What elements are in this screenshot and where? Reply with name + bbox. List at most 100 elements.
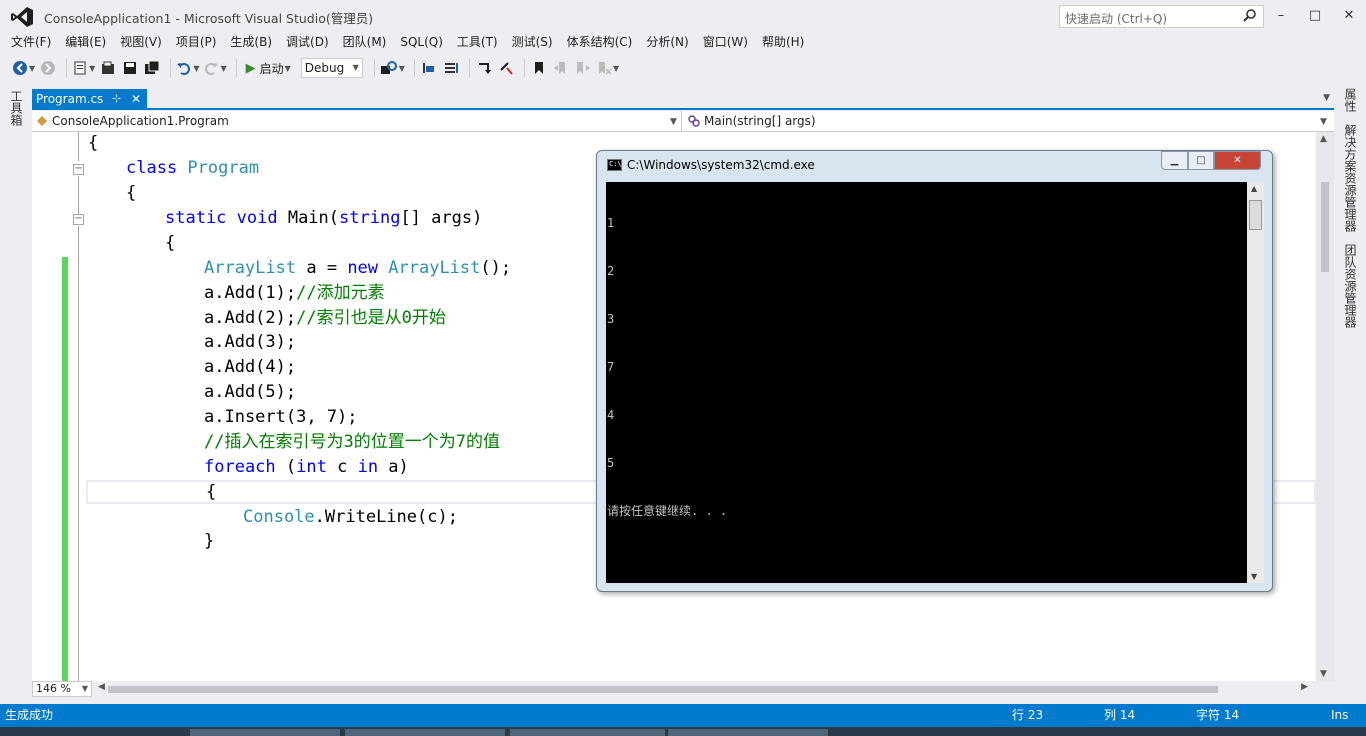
back-button[interactable]: ▼ [12,57,35,79]
tab-list-dropdown-icon[interactable]: ▼ [1323,93,1330,103]
code-line: static void Main(string[] args) [165,208,483,228]
code-line: a.Add(1);//添加元素 [204,283,385,303]
taskbar-item[interactable] [345,729,505,736]
code-line: { [88,133,99,153]
quick-launch-input[interactable]: 快速启动 (Ctrl+Q) [1059,5,1264,28]
start-dropdown-icon[interactable]: ▼ [285,64,291,73]
menu-build[interactable]: 生成(B) [223,32,279,52]
zoom-select[interactable]: 146 % ▼ [32,681,92,697]
taskbar-item[interactable] [510,729,665,736]
close-button[interactable]: ✕ [1332,0,1366,30]
toolbar-separator [66,59,68,77]
taskbar-item[interactable] [668,729,828,736]
code-line: a.Add(3); [204,332,297,352]
step-over-button[interactable] [497,57,515,79]
scroll-up-icon[interactable]: ▲ [1320,134,1327,144]
console-minimize-button[interactable]: ▁ [1161,151,1188,170]
redo-button[interactable]: ▼ [203,57,227,79]
scroll-down-icon[interactable]: ▼ [1320,669,1327,679]
code-line: a.Add(5); [204,382,297,402]
zoom-value: 146 % [36,682,71,695]
new-project-button[interactable]: ▼ [72,57,95,79]
step-over-icon [500,62,513,75]
console-close-button[interactable]: ✕ [1214,151,1261,170]
team-explorer-tab[interactable]: 团队资源管理器 [1342,244,1359,328]
previous-bookmark-button [552,57,570,79]
menu-sql[interactable]: SQL(Q) [393,32,450,52]
tab-label: Program.cs [36,92,104,106]
console-title-bar[interactable]: C:\ C:\Windows\system32\cmd.exe [607,158,815,172]
console-maximize-button[interactable]: □ [1188,151,1214,170]
find-in-files-button[interactable]: ▼ [380,57,405,79]
scroll-down-icon[interactable]: ▼ [1251,572,1257,581]
solution-explorer-tab[interactable]: 解决方案资源管理器 [1342,124,1359,232]
toolbox-tab[interactable]: 工具箱 [8,90,25,126]
tab-program-cs[interactable]: Program.cs ⊹ ✕ [32,89,147,110]
scroll-thumb[interactable] [1321,182,1329,272]
menu-edit[interactable]: 编辑(E) [58,32,113,52]
menu-view[interactable]: 视图(V) [113,32,169,52]
editor-vertical-scrollbar[interactable]: ▲ ▼ [1316,132,1334,681]
type-dropdown[interactable]: ConsoleApplication1.Program ▼ [32,111,682,132]
console-title: C:\Windows\system32\cmd.exe [627,158,815,172]
back-dropdown-icon[interactable]: ▼ [29,64,35,73]
console-window[interactable]: C:\ C:\Windows\system32\cmd.exe ▁ □ ✕ 1 … [596,150,1273,592]
redo-dropdown-icon[interactable]: ▼ [220,64,226,73]
minimize-button[interactable]: – [1264,0,1298,30]
next-bookmark-icon [576,62,590,74]
scroll-thumb[interactable] [108,686,1218,693]
step-into-button[interactable] [475,57,493,79]
start-debugging-button[interactable]: ▶ 启动 ▼ [242,60,295,77]
taskbar-item[interactable] [190,729,340,736]
find-dropdown-icon[interactable]: ▼ [399,64,405,73]
menu-project[interactable]: 项目(P) [169,32,224,52]
console-vertical-scrollbar[interactable]: ▲ ▼ [1247,182,1264,583]
open-file-button[interactable] [99,57,117,79]
new-project-icon [74,61,86,75]
pin-icon[interactable]: ⊹ [112,89,121,109]
collapse-toggle-icon[interactable]: − [73,164,84,175]
scroll-right-icon[interactable]: ▶ [1301,682,1308,692]
console-line: 3 [607,312,615,326]
menu-tools[interactable]: 工具(T) [450,32,505,52]
align-right-icon [444,63,458,73]
comment-button[interactable] [420,57,438,79]
undo-button[interactable]: ▼ [176,57,199,79]
scroll-left-icon[interactable]: ◀ [98,682,105,692]
properties-tab[interactable]: 属性 [1342,88,1359,112]
member-dropdown[interactable]: Main(string[] args) ▼ [684,111,1332,132]
save-all-button[interactable] [143,57,161,79]
menu-help[interactable]: 帮助(H) [755,32,811,52]
chevron-down-icon: ▼ [81,684,88,693]
save-button[interactable] [121,57,139,79]
windows-taskbar [0,727,1366,736]
editor-horizontal-scrollbar[interactable]: ◀ ▶ [98,682,1308,694]
type-label: ConsoleApplication1.Program [52,114,229,128]
menu-architecture[interactable]: 体系结构(C) [560,32,640,52]
scroll-up-icon[interactable]: ▲ [1251,184,1257,193]
navigation-bar: ConsoleApplication1.Program ▼ Main(strin… [32,111,1334,132]
collapse-toggle-icon[interactable]: − [73,214,84,225]
solution-configuration-select[interactable]: Debug ▼ [300,58,363,78]
uncomment-button[interactable] [442,57,460,79]
menu-file[interactable]: 文件(F) [4,32,58,52]
menu-analyze[interactable]: 分析(N) [639,32,695,52]
toolbar-overflow-icon[interactable]: ▼ [613,64,619,73]
menu-test[interactable]: 测试(S) [505,32,560,52]
toggle-bookmark-button[interactable] [530,57,548,79]
menu-debug[interactable]: 调试(D) [279,32,336,52]
maximize-button[interactable]: □ [1298,0,1332,30]
code-line: ArrayList a = new ArrayList(); [204,258,512,278]
forward-button[interactable] [39,57,57,79]
menu-window[interactable]: 窗口(W) [696,32,755,52]
menu-team[interactable]: 团队(M) [336,32,394,52]
editor-bottom-bar: 146 % ▼ ◀ ▶ [32,681,1316,697]
status-character-number: 字符 14 [1196,708,1240,722]
outline-guide [78,132,79,161]
close-tab-icon[interactable]: ✕ [131,89,141,109]
configuration-value: Debug [304,61,345,75]
console-output-area[interactable]: 1 2 3 7 4 5 请按任意键继续. . . [606,182,1247,583]
scroll-thumb[interactable] [1249,200,1262,230]
new-dropdown-icon[interactable]: ▼ [89,64,95,73]
undo-dropdown-icon[interactable]: ▼ [193,64,199,73]
